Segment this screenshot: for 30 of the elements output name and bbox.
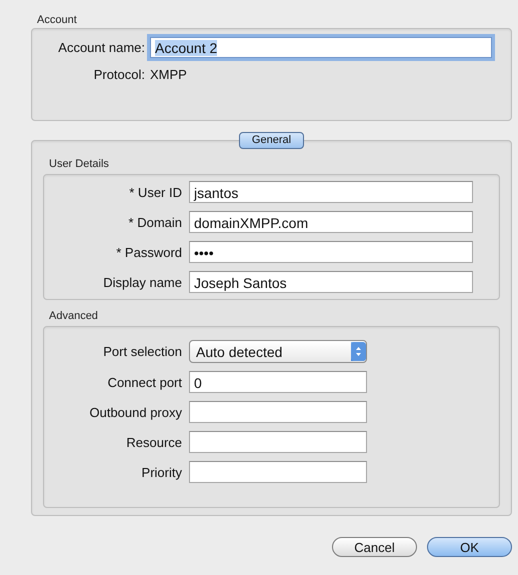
field-label: Display name [102, 274, 182, 290]
field-value: Account 2 [155, 40, 218, 56]
field-label: Protocol: [92, 67, 145, 82]
input-field[interactable]: •••• [189, 241, 473, 263]
input-field[interactable] [189, 431, 367, 453]
dropdown[interactable]: Auto detected [189, 340, 367, 363]
field-label: * Domain [128, 214, 182, 230]
dialog-button[interactable]: Cancel [332, 537, 417, 557]
field-label: Priority [140, 464, 182, 480]
field-label: Account name: [57, 40, 145, 55]
input-field[interactable]: Joseph Santos [189, 271, 473, 293]
section-title: Account [36, 13, 78, 28]
stepper-arrows-icon [351, 342, 366, 361]
input-field[interactable]: domainXMPP.com [189, 211, 473, 233]
section-title: Advanced [48, 309, 99, 324]
tab[interactable]: General [238, 132, 304, 149]
input-field[interactable]: 0 [189, 371, 367, 393]
input-field[interactable]: jsantos [189, 181, 473, 203]
field-label: Outbound proxy [88, 404, 182, 420]
field-label: Port selection [102, 344, 182, 359]
protocol-value: XMPP [150, 67, 188, 82]
input-field[interactable] [189, 461, 367, 483]
field-label: * User ID [128, 184, 182, 200]
field-label: * Password [115, 244, 182, 260]
field-label: Resource [125, 434, 182, 450]
input-field[interactable]: Account 2 [150, 37, 492, 58]
dialog-button[interactable]: OK [427, 537, 512, 557]
input-field[interactable] [189, 401, 367, 423]
section-title: User Details [48, 157, 110, 172]
field-label: Connect port [106, 374, 182, 390]
